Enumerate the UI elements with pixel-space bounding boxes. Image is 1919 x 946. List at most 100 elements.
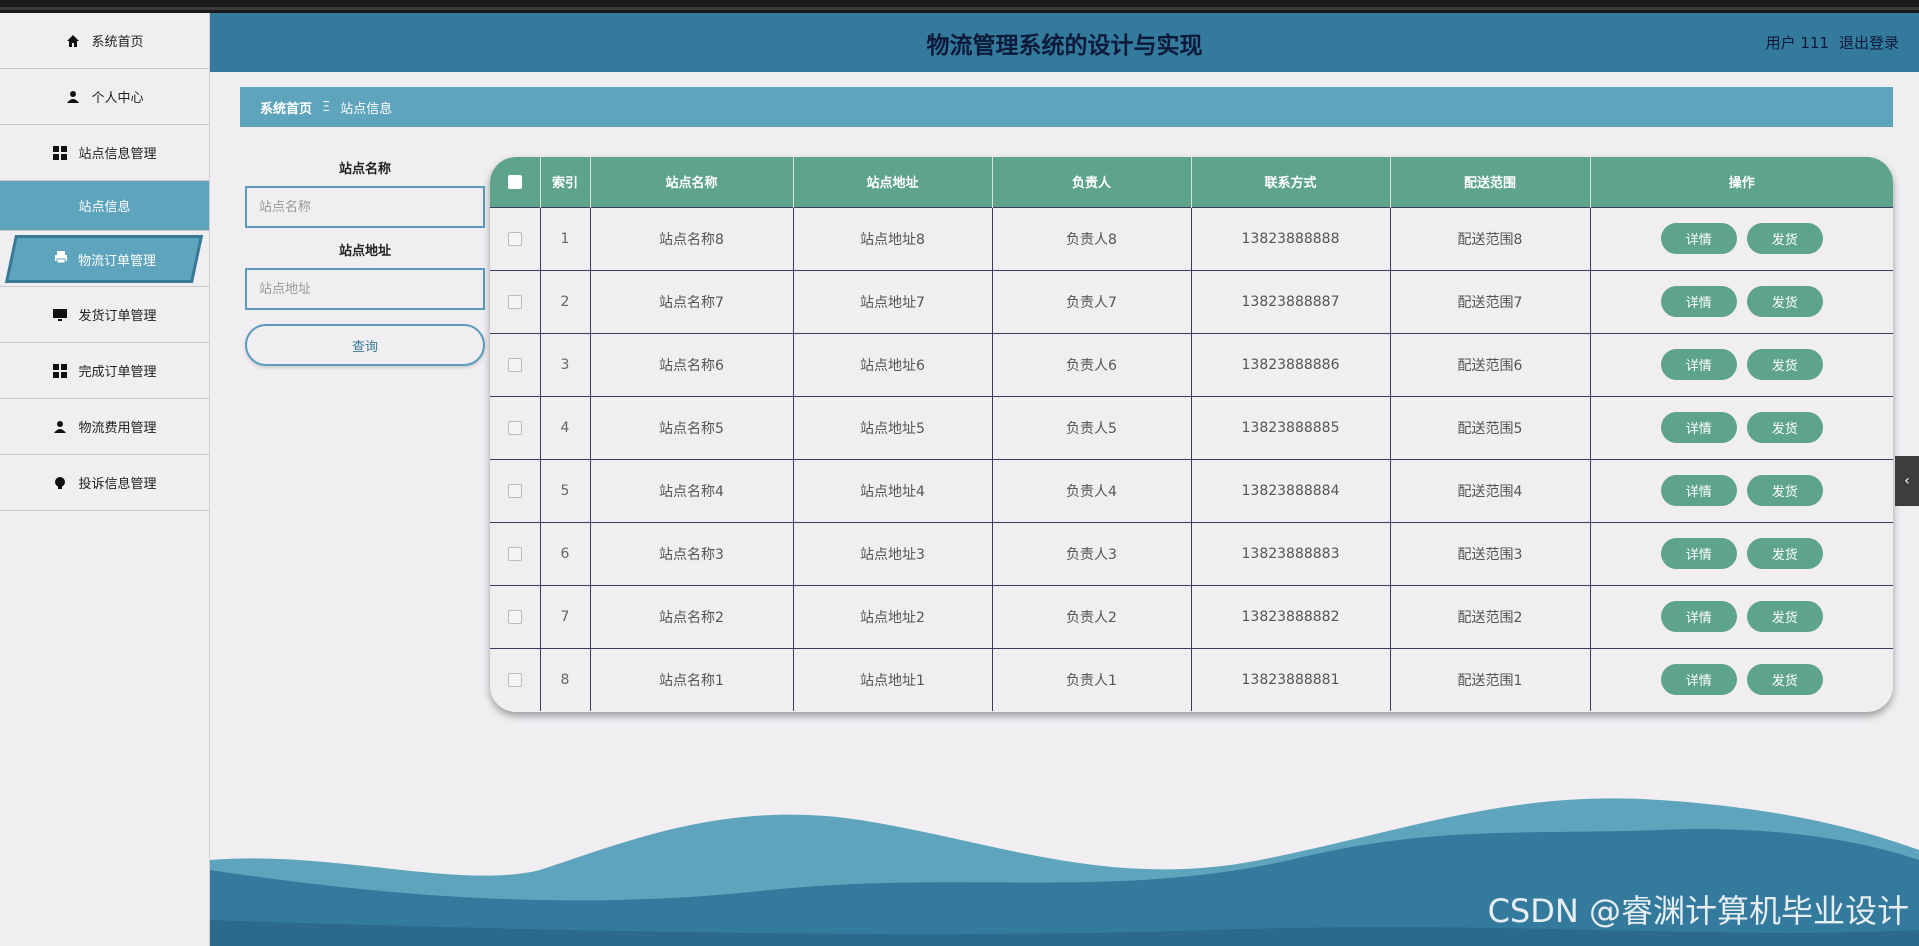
monitor-icon xyxy=(52,307,68,323)
row-index: 1 xyxy=(540,207,591,270)
row-checkbox[interactable] xyxy=(507,294,522,309)
manager-cell: 负责人2 xyxy=(992,585,1192,648)
row-index: 3 xyxy=(540,333,591,396)
row-index: 8 xyxy=(540,648,591,711)
ship-button[interactable]: 发货 xyxy=(1746,601,1823,632)
column-header: 索引 xyxy=(540,157,591,207)
detail-button[interactable]: 详情 xyxy=(1660,664,1737,696)
site-address-cell: 站点地址2 xyxy=(793,585,993,648)
site-address-input[interactable] xyxy=(245,268,485,310)
row-checkbox[interactable] xyxy=(507,231,522,246)
site-table: 索引 站点名称 站点地址 负责人 联系方式 配送范围 操作 1 站点名称8 站点… xyxy=(490,157,1893,712)
detail-button[interactable]: 详情 xyxy=(1660,412,1737,443)
sidebar-subitem-site-info[interactable]: 站点信息 xyxy=(0,181,209,231)
sidebar-item-label: 完成订单管理 xyxy=(78,365,157,380)
manager-cell: 负责人1 xyxy=(992,648,1192,711)
site-address-cell: 站点地址8 xyxy=(793,207,993,270)
collapse-handle[interactable]: ‹ xyxy=(1895,456,1919,506)
ship-button[interactable]: 发货 xyxy=(1746,664,1823,696)
site-name-cell: 站点名称1 xyxy=(590,648,794,711)
site-address-cell: 站点地址3 xyxy=(793,522,993,585)
manager-cell: 负责人5 xyxy=(992,396,1192,459)
sidebar-item-complaints[interactable]: 投诉信息管理 xyxy=(0,455,209,511)
sidebar-item-shipping-orders[interactable]: 发货订单管理 xyxy=(0,287,209,343)
site-address-cell: 站点地址7 xyxy=(793,270,993,333)
sidebar-item-label: 物流费用管理 xyxy=(78,421,157,436)
ship-button[interactable]: 发货 xyxy=(1746,475,1823,506)
range-cell: 配送范围3 xyxy=(1390,522,1591,585)
column-header: 站点地址 xyxy=(793,157,993,207)
sidebar-item-home[interactable]: 系统首页 xyxy=(0,13,209,69)
watermark: CSDN @睿渊计算机毕业设计 xyxy=(1487,892,1909,930)
sidebar-item-logistics-fees[interactable]: 物流费用管理 xyxy=(0,399,209,455)
row-checkbox[interactable] xyxy=(507,609,522,624)
detail-button[interactable]: 详情 xyxy=(1660,223,1737,254)
column-header: 操作 xyxy=(1728,176,1755,192)
ship-button[interactable]: 发货 xyxy=(1746,538,1823,569)
user-area: 用户 111 退出登录 xyxy=(1766,13,1899,72)
header: 物流管理系统的设计与实现 用户 111 退出登录 xyxy=(210,13,1919,72)
row-checkbox[interactable] xyxy=(507,546,522,561)
window-top-strip xyxy=(0,0,1919,13)
site-name-cell: 站点名称4 xyxy=(590,459,794,522)
phone-cell: 13823888887 xyxy=(1191,270,1391,333)
logout-link[interactable]: 退出登录 xyxy=(1839,32,1899,53)
manager-cell: 负责人8 xyxy=(992,207,1192,270)
range-cell: 配送范围8 xyxy=(1390,207,1591,270)
row-checkbox[interactable] xyxy=(507,357,522,372)
detail-button[interactable]: 详情 xyxy=(1660,538,1737,569)
row-index: 5 xyxy=(540,459,591,522)
sidebar-item-label: 发货订单管理 xyxy=(78,309,157,324)
sidebar-item-logistics-orders[interactable]: 物流订单管理 xyxy=(0,231,209,287)
sidebar-item-personal-center[interactable]: 个人中心 xyxy=(0,69,209,125)
site-address-cell: 站点地址4 xyxy=(793,459,993,522)
range-cell: 配送范围7 xyxy=(1390,270,1591,333)
row-index: 4 xyxy=(540,396,591,459)
phone-cell: 13823888881 xyxy=(1191,648,1391,711)
sidebar-item-label: 投诉信息管理 xyxy=(78,477,157,492)
site-name-cell: 站点名称3 xyxy=(590,522,794,585)
table-header-row: 索引 站点名称 站点地址 负责人 联系方式 配送范围 操作 xyxy=(490,157,1893,207)
site-address-label: 站点地址 xyxy=(338,244,391,259)
site-address-cell: 站点地址1 xyxy=(793,648,993,711)
ship-button[interactable]: 发货 xyxy=(1746,223,1823,254)
detail-button[interactable]: 详情 xyxy=(1660,475,1737,506)
site-name-cell: 站点名称5 xyxy=(590,396,794,459)
table-row: 7 站点名称2 站点地址2 负责人2 13823888882 配送范围2 详情发… xyxy=(490,585,1893,648)
table-row: 2 站点名称7 站点地址7 负责人7 13823888887 配送范围7 详情发… xyxy=(490,270,1893,333)
detail-button[interactable]: 详情 xyxy=(1660,349,1737,380)
detail-button[interactable]: 详情 xyxy=(1660,286,1737,317)
breadcrumb-home[interactable]: 系统首页 xyxy=(260,98,312,117)
site-name-cell: 站点名称7 xyxy=(590,270,794,333)
manager-cell: 负责人7 xyxy=(992,270,1192,333)
column-header: 负责人 xyxy=(992,157,1192,207)
select-all-checkbox[interactable] xyxy=(507,174,522,189)
printer-icon xyxy=(54,250,68,268)
row-checkbox[interactable] xyxy=(507,420,522,435)
row-checkbox[interactable] xyxy=(507,672,522,687)
sidebar-item-completed-orders[interactable]: 完成订单管理 xyxy=(0,343,209,399)
site-name-input[interactable] xyxy=(245,186,485,228)
row-checkbox[interactable] xyxy=(507,483,522,498)
table-row: 1 站点名称8 站点地址8 负责人8 13823888888 配送范围8 详情发… xyxy=(490,207,1893,270)
sidebar-item-label: 个人中心 xyxy=(91,91,144,106)
ship-button[interactable]: 发货 xyxy=(1746,412,1823,443)
phone-cell: 13823888883 xyxy=(1191,522,1391,585)
grid-icon xyxy=(52,363,68,379)
home-icon xyxy=(65,33,81,49)
page-title: 物流管理系统的设计与实现 xyxy=(926,32,1203,59)
ship-button[interactable]: 发货 xyxy=(1746,349,1823,380)
table-row: 5 站点名称4 站点地址4 负责人4 13823888884 配送范围4 详情发… xyxy=(490,459,1893,522)
detail-button[interactable]: 详情 xyxy=(1660,601,1737,632)
range-cell: 配送范围2 xyxy=(1390,585,1591,648)
manager-cell: 负责人6 xyxy=(992,333,1192,396)
ship-button[interactable]: 发货 xyxy=(1746,286,1823,317)
sidebar-item-site-management[interactable]: 站点信息管理 xyxy=(0,125,209,181)
phone-cell: 13823888888 xyxy=(1191,207,1391,270)
query-button[interactable]: 查询 xyxy=(245,324,485,366)
range-cell: 配送范围5 xyxy=(1390,396,1591,459)
row-index: 2 xyxy=(540,270,591,333)
phone-cell: 13823888886 xyxy=(1191,333,1391,396)
row-index: 7 xyxy=(540,585,591,648)
site-address-cell: 站点地址6 xyxy=(793,333,993,396)
